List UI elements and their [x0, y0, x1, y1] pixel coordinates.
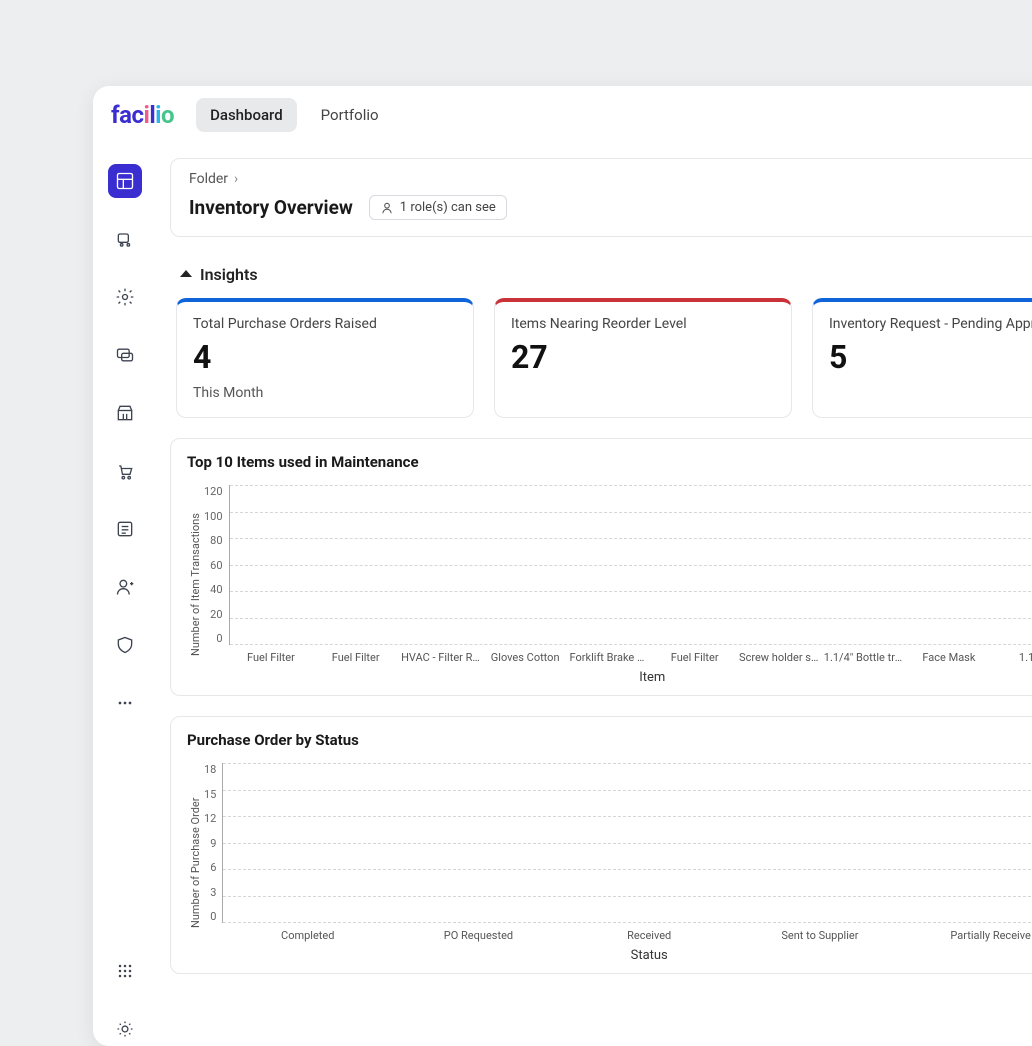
visibility-chip-label: 1 role(s) can see [400, 200, 496, 215]
plot-area [229, 485, 1032, 645]
x-tick-label: Fuel Filter [313, 651, 398, 664]
insights-label: Insights [200, 265, 258, 284]
kpi-title: Items Nearing Reorder Level [511, 316, 775, 332]
kpi-title: Inventory Request - Pending Approval [829, 316, 1032, 332]
rail-shield[interactable] [108, 628, 142, 662]
rail-config[interactable] [108, 280, 142, 314]
x-axis-label: Status [222, 948, 1032, 963]
x-tick-label: Completed [222, 929, 393, 942]
rail-user[interactable] [108, 570, 142, 604]
y-ticks: 1815129630 [204, 763, 222, 923]
rail-dashboard[interactable] [108, 164, 142, 198]
rail-apps[interactable] [108, 954, 142, 988]
y-axis-label: Number of Item Transactions [187, 485, 204, 685]
kpi-card[interactable]: Total Purchase Orders Raised 4 This Month [176, 298, 474, 418]
rail-orders[interactable] [108, 222, 142, 256]
rail-more[interactable] [108, 686, 142, 720]
chart-title: Top 10 Items used in Maintenance [187, 453, 1032, 471]
kpi-value: 4 [193, 340, 457, 375]
x-tick-label: Gloves Cotton [483, 651, 568, 664]
page-title: Inventory Overview [189, 196, 353, 219]
x-tick-label: Partially Receive [905, 929, 1032, 942]
nav-tabs: Dashboard Portfolio [196, 98, 392, 132]
y-ticks: 120100806040200 [204, 485, 229, 645]
x-tick-label: 1.1/4" [991, 651, 1032, 664]
page-header: Folder › Inventory Overview 1 role(s) ca… [170, 158, 1032, 237]
x-tick-label: HVAC - Filter R… [398, 651, 483, 664]
caret-up-icon [180, 270, 192, 277]
rail-list[interactable] [108, 512, 142, 546]
chart-po-status: Purchase Order by Status Number of Purch… [170, 716, 1032, 974]
app-window: facilio Dashboard Portfolio Folder › [93, 86, 1032, 1046]
x-labels: CompletedPO RequestedReceivedSent to Sup… [222, 929, 1032, 942]
kpi-card[interactable]: Items Nearing Reorder Level 27 [494, 298, 792, 418]
x-labels: Fuel FilterFuel FilterHVAC - Filter R…Gl… [229, 651, 1032, 664]
x-tick-label: Fuel Filter [652, 651, 737, 664]
chart-top-items: Top 10 Items used in Maintenance Number … [170, 438, 1032, 696]
kpi-subtitle: This Month [193, 385, 457, 401]
kpi-value: 5 [829, 340, 1032, 375]
x-axis-label: Item [229, 670, 1032, 685]
x-tick-label: Face Mask [907, 651, 992, 664]
kpi-card[interactable]: Inventory Request - Pending Approval 5 [812, 298, 1032, 418]
rail-cart[interactable] [108, 454, 142, 488]
x-tick-label: Received [564, 929, 735, 942]
brand-logo: facilio [111, 101, 174, 129]
x-tick-label: Screw holder si… [737, 651, 822, 664]
x-tick-label: Fuel Filter [229, 651, 314, 664]
rail-store[interactable] [108, 396, 142, 430]
kpi-title: Total Purchase Orders Raised [193, 316, 457, 332]
main-panel: Folder › Inventory Overview 1 role(s) ca… [156, 144, 1032, 1046]
y-axis-label: Number of Purchase Order [187, 763, 204, 963]
insights-section: Insights Total Purchase Orders Raised 4 Th… [170, 237, 1032, 418]
visibility-chip[interactable]: 1 role(s) can see [369, 195, 507, 220]
chevron-right-icon: › [234, 171, 238, 187]
insights-toggle[interactable]: Insights [180, 265, 1032, 284]
tab-dashboard[interactable]: Dashboard [196, 98, 297, 132]
side-rail [93, 144, 156, 1046]
x-tick-label: Forklift Brake R… [568, 651, 653, 664]
x-tick-label: 1.1/4" Bottle trap [822, 651, 907, 664]
plot-area [222, 763, 1032, 923]
rail-settings[interactable] [108, 1012, 142, 1046]
rail-chat[interactable] [108, 338, 142, 372]
x-tick-label: PO Requested [393, 929, 564, 942]
tab-portfolio[interactable]: Portfolio [307, 98, 393, 132]
person-icon [380, 201, 394, 215]
breadcrumb-label: Folder [189, 171, 228, 187]
kpi-row: Total Purchase Orders Raised 4 This Month I… [176, 298, 1032, 418]
top-bar: facilio Dashboard Portfolio [93, 86, 1032, 144]
chart-title: Purchase Order by Status [187, 731, 1032, 749]
breadcrumb[interactable]: Folder › [189, 171, 1032, 187]
kpi-value: 27 [511, 340, 775, 375]
x-tick-label: Sent to Supplier [735, 929, 906, 942]
